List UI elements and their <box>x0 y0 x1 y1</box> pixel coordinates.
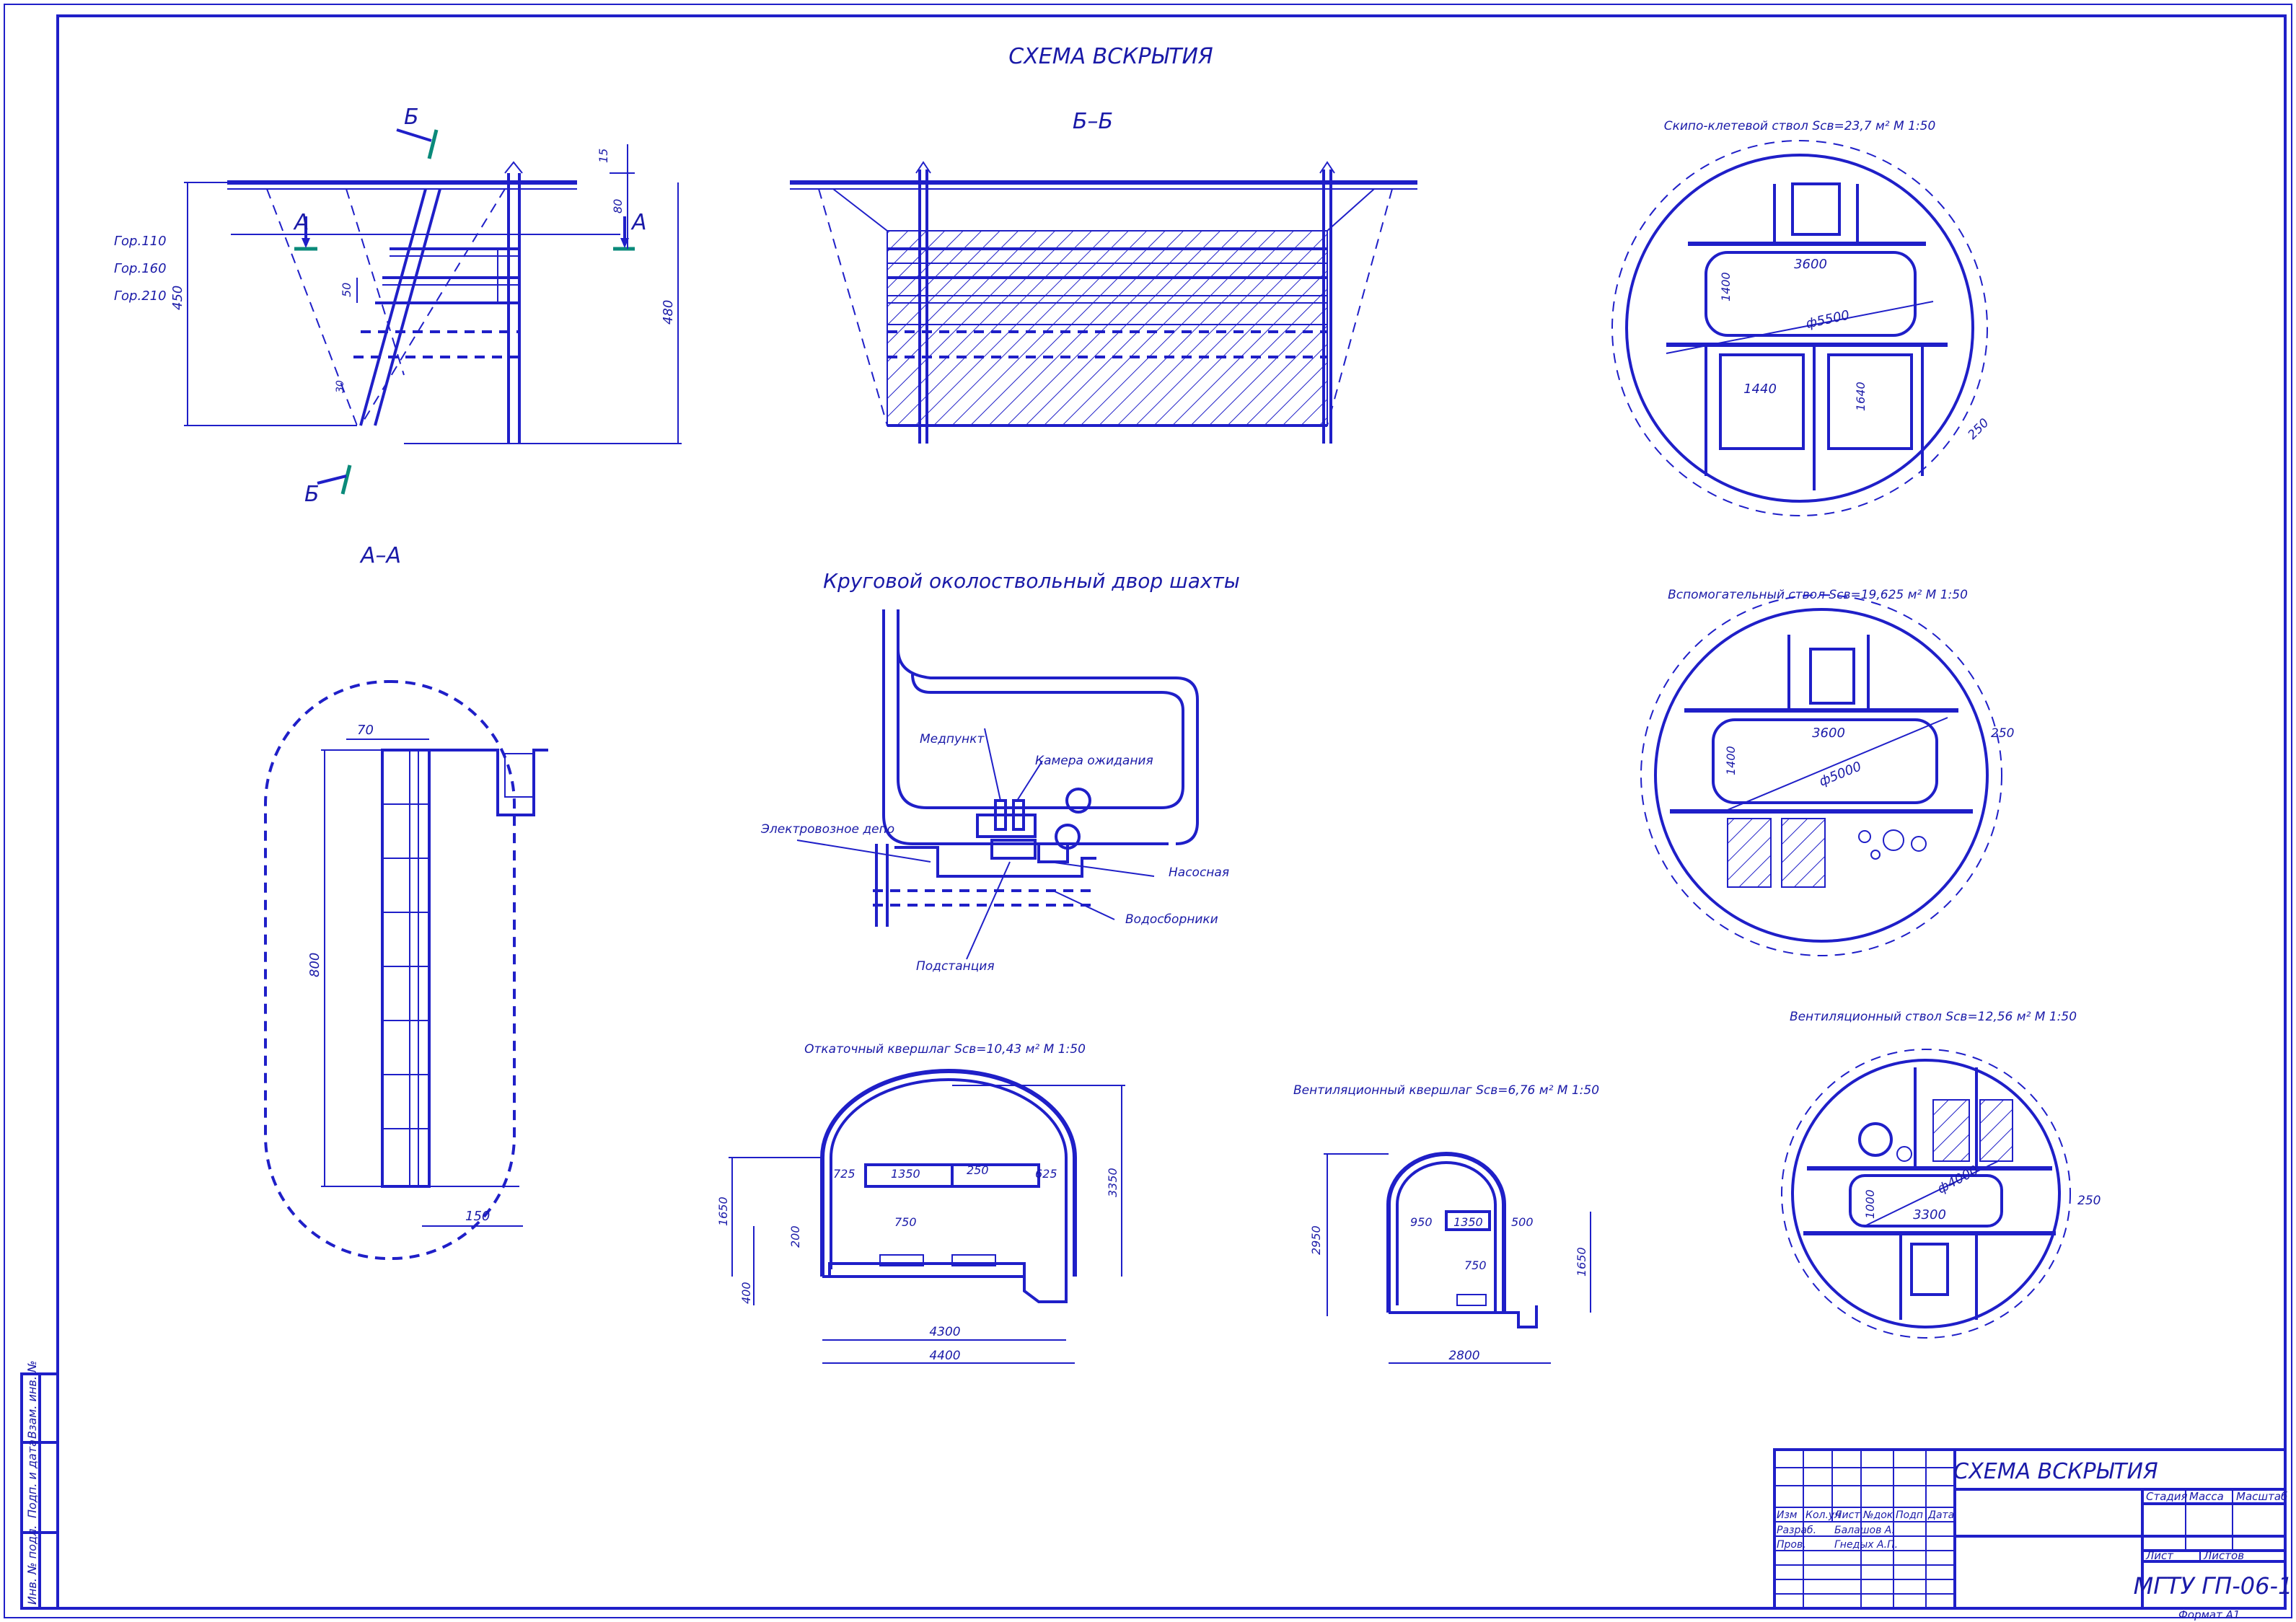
yard-podstanciya: Подстанция <box>916 959 995 974</box>
title-block-stage: Стадия <box>2146 1490 2188 1503</box>
horizon-160: Гор.160 <box>114 261 167 276</box>
shaft-skip-wall: 250 <box>1965 415 1992 442</box>
shaft-skip-dia: ф5500 <box>1805 308 1851 332</box>
stamp-vzam: Взам. инв. № <box>25 1360 39 1439</box>
haul-d: 625 <box>1035 1167 1057 1181</box>
shaft-aux-wall: 250 <box>1991 726 2014 741</box>
shaft-aux-title: Вспомогательный ствол Sсв=19,625 м² М 1:… <box>1668 588 1968 602</box>
vent-h2: 1650 <box>1575 1247 1588 1277</box>
haul-w1: 4300 <box>929 1325 960 1339</box>
vent-b: 1350 <box>1453 1215 1483 1229</box>
horizon-210: Гор.210 <box>114 288 167 304</box>
mark-a-left: А <box>293 210 309 235</box>
title-block-sheet: Лист <box>2145 1549 2174 1562</box>
yard-nasosnaya: Насосная <box>1169 865 1229 880</box>
shaft-skip-title: Скипо-клетевой ствол Sсв=23,7 м² М 1:50 <box>1664 119 1936 133</box>
shaft-skip-w: 3600 <box>1794 257 1827 272</box>
yard-medpunkt: Медпункт <box>920 732 985 746</box>
mark-b-lower: Б <box>304 482 320 507</box>
title-block-format: Формат А1 <box>2178 1608 2240 1621</box>
haul-h3: 400 <box>739 1282 753 1304</box>
section-bb: Б–Б <box>790 109 1417 444</box>
dim-15: 15 <box>597 149 610 163</box>
title-block-col-dok: №док <box>1862 1509 1893 1521</box>
title-block-mass: Масса <box>2189 1490 2224 1503</box>
haul-h2: 200 <box>788 1225 802 1248</box>
shaft-vent-w: 3300 <box>1913 1207 1946 1222</box>
vent-c: 500 <box>1511 1215 1534 1229</box>
haul-w2: 4400 <box>929 1349 960 1363</box>
haul-h1: 1650 <box>716 1196 730 1226</box>
dim-150: 150 <box>465 1209 490 1224</box>
title-block-role-razrab: Разраб. <box>1777 1525 1816 1536</box>
title-block: Изм Кол.уч Лист №док Подп Дата Разраб. Б… <box>1773 1448 2293 1621</box>
haul-drift: Откаточный квершлаг Sсв=10,43 м² М 1:50 … <box>716 1042 1125 1364</box>
dim-80: 80 <box>611 199 625 213</box>
drawing-sheet: СХЕМА ВСКРЫТИЯ Б Б А А Гор.110 Гор.160 Г… <box>4 4 2293 1621</box>
horizon-110: Гор.110 <box>114 234 167 249</box>
vertical-section: Б Б А А Гор.110 Гор.160 Гор.210 15 80 50… <box>114 105 682 507</box>
shaft-vent: Вентиляционный ствол Sсв=12,56 м² М 1:50… <box>1781 1010 2101 1339</box>
shaft-skip: Скипо-клетевой ствол Sсв=23,7 м² М 1:50 … <box>1611 119 1992 516</box>
shaft-skip-c1: 1440 <box>1743 382 1777 397</box>
shaft-aux-dia: ф5000 <box>1817 759 1864 789</box>
dim-800: 800 <box>307 953 322 977</box>
shaft-vent-wall: 250 <box>2077 1194 2101 1208</box>
section-aa-label: А–А <box>359 543 401 568</box>
shaft-vent-h: 1000 <box>1863 1189 1877 1219</box>
title-block-person-razrab: Балашов А. <box>1834 1525 1895 1536</box>
vent-w: 2800 <box>1448 1349 1479 1363</box>
haul-h4: 3350 <box>1106 1168 1120 1197</box>
dim-30: 30 <box>335 380 346 393</box>
section-bb-label: Б–Б <box>1073 109 1113 134</box>
haul-drift-title: Откаточный квершлаг Sсв=10,43 м² М 1:50 <box>804 1042 1086 1057</box>
haul-a: 725 <box>833 1167 855 1181</box>
title-block-col-data: Дата <box>1927 1509 1954 1521</box>
vent-a: 950 <box>1410 1215 1433 1229</box>
title-block-name: СХЕМА ВСКРЫТИЯ <box>1953 1459 2158 1484</box>
yard-title: Круговой околоствольный двор шахты <box>823 569 1240 593</box>
vent-drift-title: Вентиляционный квершлаг Sсв=6,76 м² М 1:… <box>1293 1083 1599 1098</box>
title-block-col-list: Лист <box>1834 1509 1860 1521</box>
yard-kamera: Камера ожидания <box>1035 754 1153 768</box>
haul-e: 750 <box>894 1215 917 1229</box>
dim-480: 480 <box>661 300 676 325</box>
shaft-skip-c2: 1640 <box>1854 382 1868 411</box>
side-stamp: Инв. № подл. Подп. и дата Взам. инв. № <box>20 1360 59 1610</box>
title-block-person-prov: Гнедых А.П. <box>1834 1539 1898 1551</box>
sheet-title: СХЕМА ВСКРЫТИЯ <box>1008 44 1213 69</box>
shaft-skip-h: 1400 <box>1719 272 1733 301</box>
mark-a-right: А <box>630 210 647 235</box>
yard-depo: Электровозное депо <box>760 822 894 837</box>
vent-drift: Вентиляционный квершлаг Sсв=6,76 м² М 1:… <box>1293 1083 1599 1364</box>
vent-e: 750 <box>1464 1259 1487 1272</box>
haul-b: 1350 <box>891 1167 920 1181</box>
vent-h1: 2950 <box>1309 1225 1323 1255</box>
dim-450: 450 <box>170 286 185 310</box>
stamp-inv: Инв. № подл. <box>25 1525 39 1605</box>
shaft-aux-w: 3600 <box>1812 726 1845 741</box>
mark-b-upper: Б <box>404 105 419 130</box>
title-block-role-prov: Пров. <box>1777 1539 1806 1551</box>
circular-yard: Круговой околоствольный двор шахты Медпу… <box>760 569 1240 974</box>
shaft-vent-title: Вентиляционный ствол Sсв=12,56 м² М 1:50 <box>1790 1010 2077 1024</box>
title-block-col-podp: Подп <box>1896 1509 1923 1521</box>
title-block-code: МГТУ ГП-06-1 <box>2134 1572 2293 1600</box>
dim-50: 50 <box>340 283 353 297</box>
title-block-sheets: Листов <box>2203 1549 2244 1562</box>
dim-70: 70 <box>357 723 374 738</box>
stamp-podp: Подп. и дата <box>25 1440 39 1518</box>
shaft-aux: Вспомогательный ствол Sсв=19,625 м² М 1:… <box>1640 588 2014 956</box>
shaft-aux-h: 1400 <box>1724 746 1738 775</box>
haul-c: 250 <box>967 1163 989 1177</box>
title-block-scale: Масштаб <box>2236 1490 2287 1503</box>
title-block-col-izm: Изм <box>1777 1509 1798 1521</box>
yard-vodosborniki: Водосборники <box>1125 912 1218 927</box>
section-aa: А–А 70 800 150 <box>264 543 548 1260</box>
